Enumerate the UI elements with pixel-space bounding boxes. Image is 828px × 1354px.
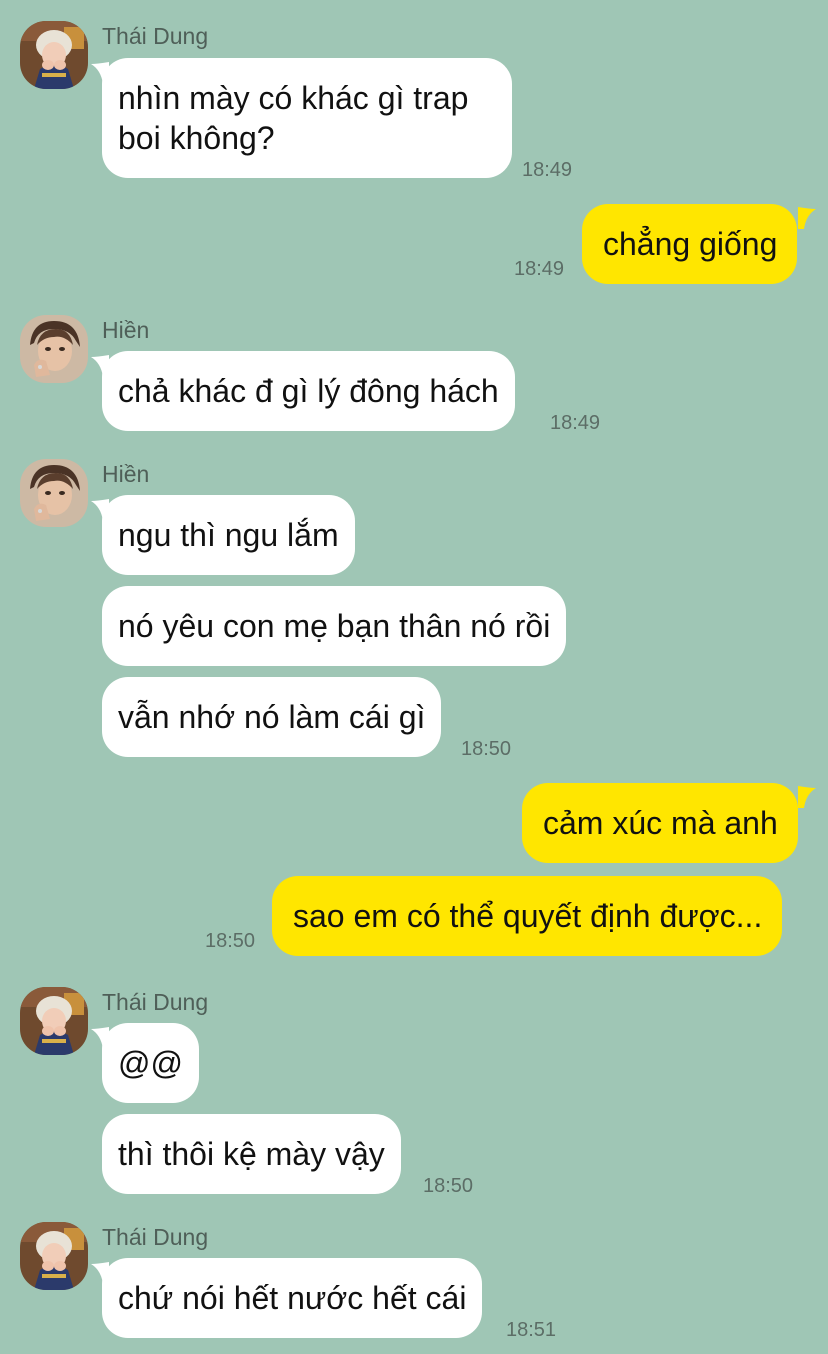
avatar-hien[interactable] (20, 315, 88, 383)
message-time: 18:49 (550, 412, 601, 434)
message-time: 18:49 (514, 258, 565, 280)
message-bubble[interactable]: chả khác đ gì lý đông hách (102, 351, 515, 431)
message-bubble[interactable]: thì thôi kệ mày vậy (102, 1114, 401, 1194)
message-bubble[interactable]: nhìn mày có khác gì trap boi không? (102, 58, 512, 178)
message-time: 18:50 (461, 738, 512, 760)
sender-name: Hiền (102, 461, 150, 487)
message-text: chẳng giống (603, 226, 778, 262)
message-text: chả khác đ gì lý đông hách (118, 373, 499, 409)
sender-name: Hiền (102, 317, 150, 343)
avatar-blonde-person-icon (20, 1222, 88, 1290)
message-text: nhìn mày có khác gì trap boi không? (118, 80, 469, 156)
sender-name: Thái Dung (102, 1224, 209, 1250)
message-bubble[interactable]: nó yêu con mẹ bạn thân nó rồi (102, 586, 567, 666)
message-text: ngu thì ngu lắm (118, 517, 339, 553)
avatar-thai-dung[interactable] (20, 987, 88, 1055)
message-bubble[interactable]: cảm xúc mà anh (522, 783, 798, 863)
sender-name: Thái Dung (102, 23, 209, 49)
message-text: thì thôi kệ mày vậy (118, 1136, 385, 1172)
message-text: cảm xúc mà anh (543, 805, 778, 841)
avatar-thai-dung[interactable] (20, 21, 88, 89)
message-time: 18:50 (423, 1175, 474, 1197)
avatar-person-hand-on-face-icon (20, 315, 88, 383)
message-text: chứ nói hết nước hết cái (118, 1280, 467, 1316)
message-bubble[interactable]: chẳng giống (582, 204, 798, 284)
avatar-hien[interactable] (20, 459, 88, 527)
avatar-thai-dung[interactable] (20, 1222, 88, 1290)
message-bubble[interactable]: ngu thì ngu lắm (102, 495, 355, 575)
message-text: @@ (118, 1045, 183, 1081)
message-text: sao em có thể quyết định được... (293, 898, 763, 934)
bubble-tail-icon (798, 207, 816, 229)
message-text: nó yêu con mẹ bạn thân nó rồi (118, 608, 551, 644)
message-bubble[interactable]: vẫn nhớ nó làm cái gì (102, 677, 442, 757)
message-text: vẫn nhớ nó làm cái gì (118, 699, 426, 735)
message-bubble[interactable]: chứ nói hết nước hết cái (102, 1258, 483, 1338)
bubble-tail-icon (798, 786, 816, 808)
message-time: 18:50 (205, 930, 256, 952)
sender-name: Thái Dung (102, 989, 209, 1015)
message-bubble[interactable]: sao em có thể quyết định được... (272, 876, 783, 956)
avatar-blonde-person-icon (20, 987, 88, 1055)
avatar-person-hand-on-face-icon (20, 459, 88, 527)
message-time: 18:51 (506, 1319, 557, 1341)
message-bubble[interactable]: @@ (102, 1023, 199, 1103)
message-time: 18:49 (522, 159, 573, 181)
avatar-blonde-person-icon (20, 21, 88, 89)
